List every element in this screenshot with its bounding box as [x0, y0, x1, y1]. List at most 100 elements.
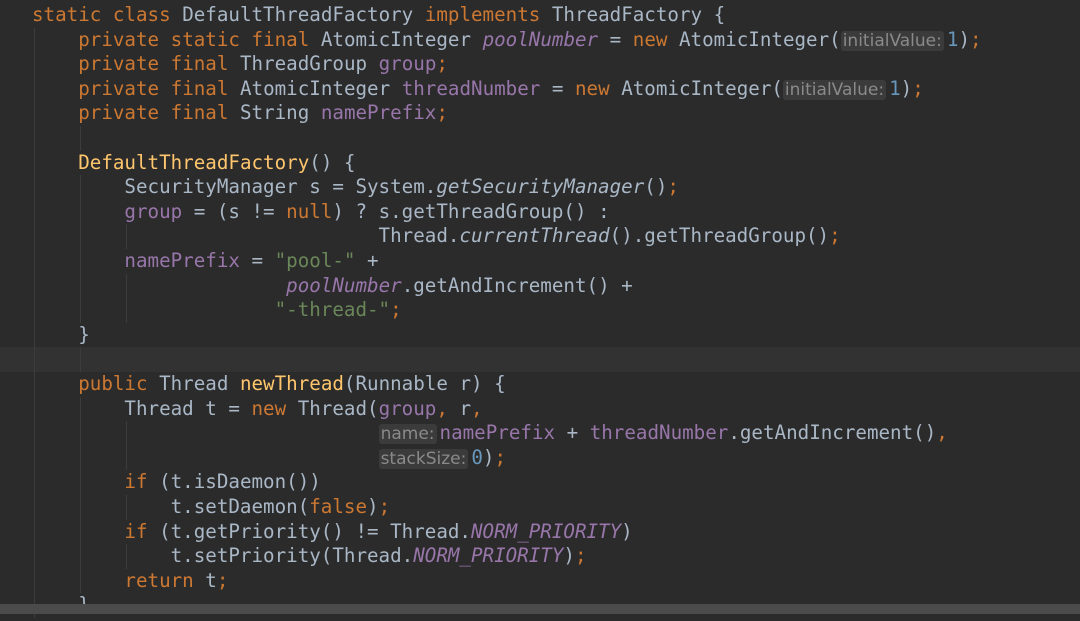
horizontal-scrollbar[interactable]: [0, 604, 1080, 614]
code-token: ): [900, 76, 913, 100]
code-token: private: [78, 27, 160, 51]
code-token: new: [632, 27, 668, 51]
code-token: final: [170, 101, 229, 125]
code-line[interactable]: group = (s != null) ? s.getThreadGroup()…: [0, 199, 1080, 225]
code-token: }: [32, 322, 90, 346]
code-line[interactable]: name: namePrefix + threadNumber.getAndInc…: [0, 421, 1080, 446]
code-token: ): [563, 544, 575, 568]
code-token: AtomicInteger(: [609, 76, 783, 100]
code-token: null: [286, 199, 333, 223]
code-token: ;: [436, 101, 448, 125]
code-token: r: [459, 396, 472, 420]
code-line[interactable]: t.setDaemon(false);: [0, 495, 1080, 520]
code-token: public: [78, 372, 148, 395]
code-text: Thread.currentThread().getThreadGroup();: [32, 224, 841, 249]
code-token: private: [78, 76, 160, 100]
code-text: SecurityManager s = System.getSecurityMa…: [32, 175, 679, 200]
code-token: implements: [424, 3, 541, 26]
code-line[interactable]: stackSize: 0);: [0, 445, 1080, 471]
code-token: if: [124, 470, 148, 494]
code-text: if (t.isDaemon()): [32, 470, 321, 495]
code-token: namePrefix: [439, 421, 556, 445]
code-line[interactable]: "-thread-";: [0, 298, 1080, 323]
code-token: final: [251, 27, 310, 51]
code-token: (): [644, 175, 668, 199]
code-token: ;: [216, 568, 229, 592]
code-line[interactable]: public Thread newThread(Runnable r) {: [0, 372, 1080, 397]
code-token: SecurityManager s = System.: [32, 175, 437, 199]
code-text: if (t.getPriority() != Thread.NORM_PRIOR…: [32, 519, 632, 545]
code-line[interactable]: [0, 126, 1080, 151]
code-token: Thread.: [32, 224, 460, 248]
code-line[interactable]: [0, 347, 1080, 372]
code-token: newThread: [239, 372, 344, 395]
code-token: new: [574, 76, 610, 100]
code-token: ;: [436, 52, 448, 76]
code-line[interactable]: poolNumber.getAndIncrement() +: [0, 273, 1080, 299]
code-token: t: [193, 568, 217, 592]
code-token: group: [124, 199, 183, 223]
code-line[interactable]: if (t.getPriority() != Thread.NORM_PRIOR…: [0, 519, 1080, 545]
code-text: namePrefix = "pool-" +: [32, 249, 378, 274]
code-token: (t.isDaemon()): [147, 470, 321, 494]
code-token: group: [378, 396, 437, 420]
code-line[interactable]: t.setPriority(Thread.NORM_PRIORITY);: [0, 544, 1080, 569]
code-token: group: [378, 52, 437, 76]
code-text: }: [32, 323, 90, 348]
code-editor[interactable]: static class DefaultThreadFactory implem…: [0, 0, 1080, 621]
code-token: threadNumber: [401, 76, 541, 100]
code-token: "pool-": [274, 249, 356, 272]
code-token: ) ? s.getThreadGroup() :: [332, 199, 610, 223]
code-token: currentThread: [459, 224, 610, 248]
code-token: private: [78, 52, 160, 76]
code-line[interactable]: }: [0, 322, 1080, 348]
code-token: final: [170, 52, 229, 76]
code-token: ;: [829, 224, 841, 248]
code-token: threadNumber: [589, 421, 729, 445]
code-token: static: [170, 27, 240, 51]
code-token: poolNumber: [286, 273, 402, 297]
code-token: ): [958, 27, 970, 51]
code-line[interactable]: private final AtomicInteger threadNumber…: [0, 76, 1080, 103]
code-line[interactable]: private final ThreadGroup group;: [0, 52, 1080, 77]
code-token: String: [228, 101, 321, 125]
code-line[interactable]: Thread.currentThread().getThreadGroup();: [0, 224, 1080, 249]
code-line[interactable]: private static final AtomicInteger poolN…: [0, 27, 1080, 53]
code-line[interactable]: private final String namePrefix;: [0, 101, 1080, 126]
code-token: AtomicInteger: [309, 27, 483, 51]
code-token: getSecurityManager: [436, 175, 645, 199]
code-token: =: [239, 249, 275, 272]
code-token: =: [540, 76, 575, 100]
code-token: ThreadFactory {: [540, 3, 726, 26]
code-token: ;: [390, 298, 402, 322]
code-text: return t;: [32, 569, 228, 594]
code-text: private final AtomicInteger threadNumber…: [32, 77, 924, 103]
code-token: final: [170, 76, 229, 100]
code-line[interactable]: DefaultThreadFactory() {: [0, 150, 1080, 176]
code-line[interactable]: return t;: [0, 568, 1080, 594]
code-text: public Thread newThread(Runnable r) {: [32, 372, 505, 397]
code-token: NORM_PRIORITY: [470, 519, 622, 543]
code-line[interactable]: static class DefaultThreadFactory implem…: [0, 3, 1080, 28]
code-line[interactable]: if (t.isDaemon()): [0, 470, 1080, 495]
parameter-hint: stackSize:: [378, 448, 469, 469]
code-token: = (s !=: [182, 199, 287, 223]
parameter-hint: name:: [378, 424, 437, 445]
code-line[interactable]: Thread t = new Thread(group, r,: [0, 396, 1080, 422]
code-token: DefaultThreadFactory: [170, 3, 425, 26]
code-line[interactable]: SecurityManager s = System.getSecurityMa…: [0, 175, 1080, 200]
code-line[interactable]: namePrefix = "pool-" +: [0, 249, 1080, 274]
indent-guide: [80, 126, 82, 151]
code-token: 1: [946, 27, 959, 51]
code-token: t.setDaemon(: [32, 495, 310, 518]
code-token: ().getThreadGroup(): [609, 224, 830, 248]
